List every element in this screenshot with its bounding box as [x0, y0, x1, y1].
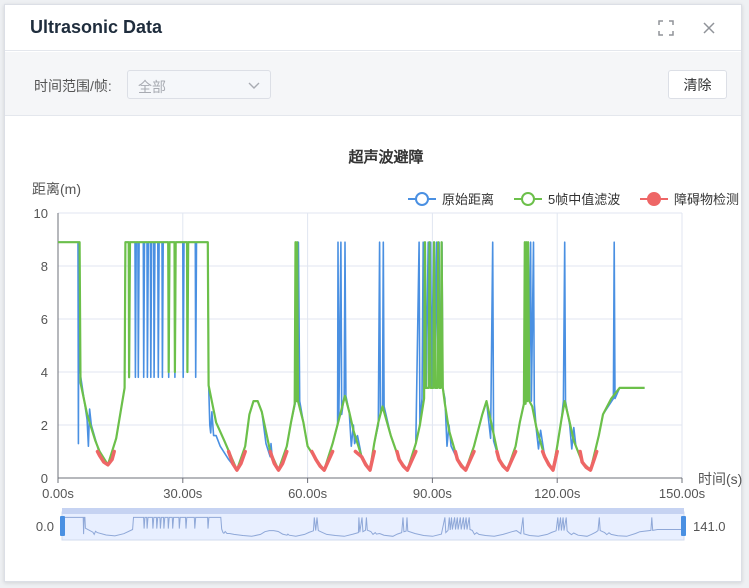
- y-tick-label: 4: [41, 365, 48, 380]
- obstacle-detection-segment: [353, 449, 376, 472]
- obstacle-detection-segment: [226, 449, 247, 472]
- x-tick-label: 120.00s: [534, 486, 581, 501]
- legend-marker: [415, 192, 429, 206]
- obstacle-detection-segment: [578, 449, 599, 472]
- x-axis-label: 时间(s): [698, 471, 742, 487]
- zoom-end-label: 141.0: [693, 519, 726, 534]
- obstacle-detection-segment: [310, 449, 335, 472]
- obstacle-detection-segment: [495, 449, 518, 472]
- legend-marker: [521, 192, 535, 206]
- x-tick-label: 0.00s: [42, 486, 74, 501]
- zoom-handle-right[interactable]: [681, 516, 686, 536]
- x-tick-label: 30.00s: [163, 486, 203, 501]
- y-axis-label: 距离(m): [32, 181, 81, 197]
- x-tick-label: 90.00s: [413, 486, 453, 501]
- zoom-handle-left[interactable]: [60, 516, 65, 536]
- y-tick-label: 8: [41, 259, 48, 274]
- obstacle-detection-segment: [395, 449, 418, 472]
- zoom-slider-track: [61, 511, 685, 541]
- legend-marker: [647, 192, 661, 206]
- y-tick-label: 6: [41, 312, 48, 327]
- legend-label: 障碍物检测: [674, 192, 739, 207]
- y-tick-label: 0: [41, 471, 48, 486]
- chart-title: 超声波避障: [347, 148, 423, 166]
- x-tick-label: 60.00s: [288, 486, 328, 501]
- zoom-slider-top-bar: [62, 508, 684, 514]
- zoom-start-label: 0.0: [36, 519, 54, 534]
- obstacle-detection-segment: [453, 449, 476, 472]
- series-line-raw-distance: [58, 241, 645, 471]
- y-tick-label: 10: [34, 206, 48, 221]
- legend-label: 原始距离: [442, 192, 494, 207]
- x-tick-label: 150.00s: [659, 486, 706, 501]
- y-tick-label: 2: [41, 418, 48, 433]
- obstacle-detection-segment: [540, 449, 559, 472]
- ultrasonic-chart: 超声波避障距离(m) 时间(s) 0 2 4 6 8 10 0.00s 30.00s 60.00s 9…: [32, 148, 742, 541]
- obstacle-detection-segment: [268, 449, 289, 472]
- legend-label: 5帧中值滤波: [548, 192, 620, 207]
